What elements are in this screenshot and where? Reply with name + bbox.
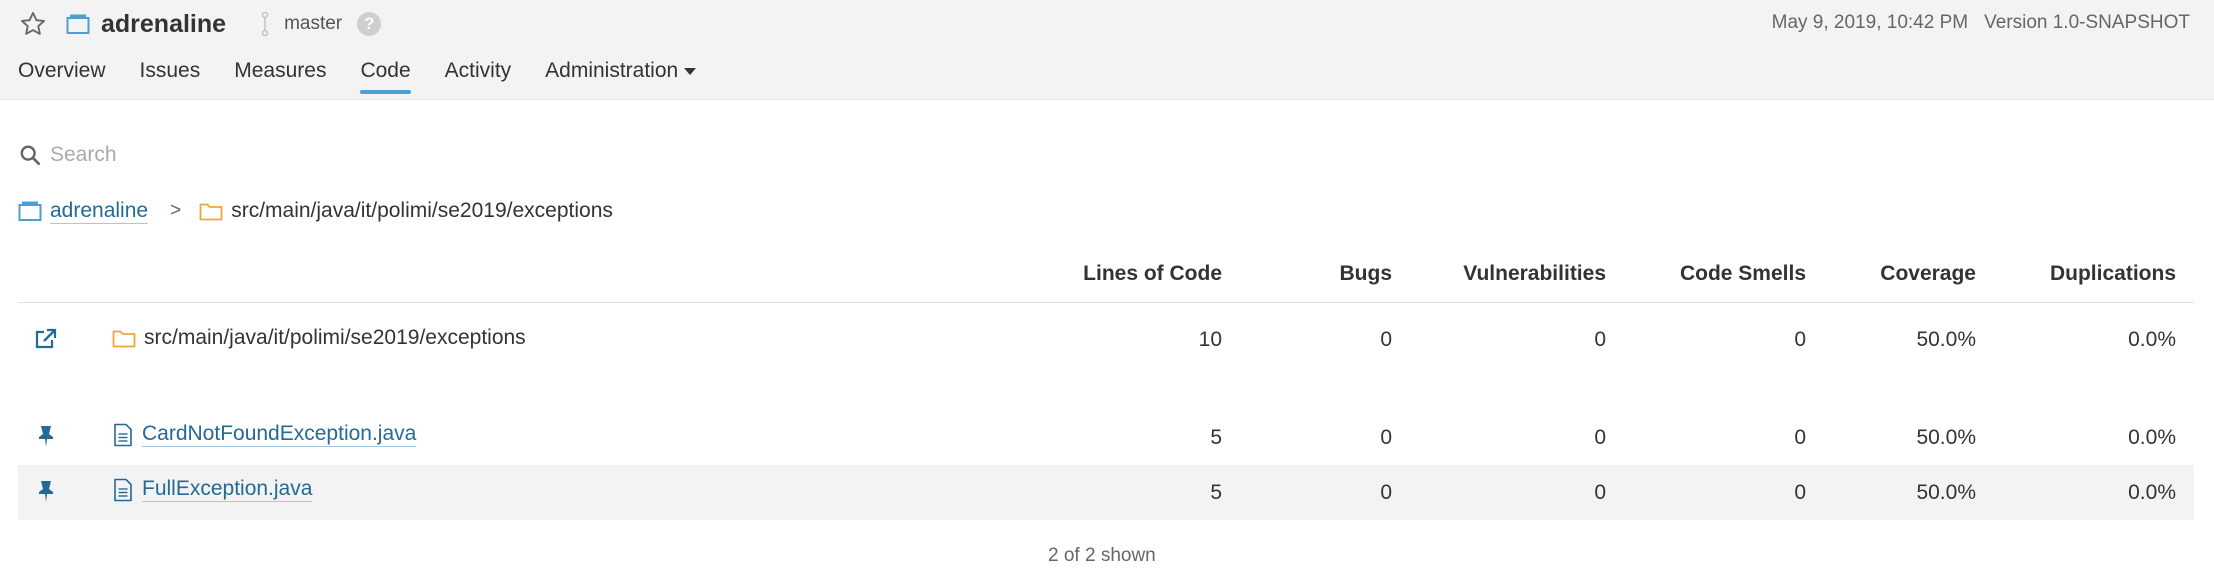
col-bugs[interactable]: Bugs	[1240, 254, 1410, 303]
search-input[interactable]	[50, 143, 490, 167]
breadcrumb-project-link[interactable]: adrenaline	[50, 199, 149, 224]
tab-issues[interactable]: Issues	[140, 56, 201, 100]
col-duplications[interactable]: Duplications	[1994, 254, 2194, 303]
file-row-action-cell	[18, 410, 88, 465]
col-lines-of-code[interactable]: Lines of Code	[1060, 254, 1240, 303]
tab-administration[interactable]: Administration	[545, 56, 697, 100]
tab-code[interactable]: Code	[360, 56, 411, 100]
metric-coverage[interactable]: 50.0%	[1824, 302, 1994, 378]
code-metrics-table: Lines of Code Bugs Vulnerabilities Code …	[18, 254, 2194, 520]
pin-icon[interactable]	[32, 422, 60, 450]
folder-icon	[199, 201, 223, 221]
breadcrumb-separator: >	[170, 200, 182, 221]
breadcrumb: adrenaline > src/main/java/it/polimi/se2…	[18, 196, 613, 226]
metric-vulnerabilities[interactable]: 0	[1410, 410, 1624, 465]
breadcrumb-current-path: src/main/java/it/polimi/se2019/exception…	[231, 199, 613, 222]
tab-administration-label: Administration	[545, 59, 679, 82]
metric-code-smells[interactable]: 0	[1624, 302, 1824, 378]
project-title-row: adrenaline master ?	[18, 6, 382, 42]
code-search	[18, 138, 518, 172]
branch-icon	[260, 11, 270, 37]
header-name-spacer	[88, 254, 1060, 303]
project-name[interactable]: adrenaline	[101, 10, 226, 39]
table-row: FullException.java 5 0 0 0 50.0% 0.0%	[18, 465, 2194, 520]
metric-bugs[interactable]: 0	[1240, 465, 1410, 520]
file-link[interactable]: CardNotFoundException.java	[142, 422, 417, 448]
metric-bugs[interactable]: 0	[1240, 410, 1410, 465]
tab-activity[interactable]: Activity	[445, 56, 512, 100]
project-version: Version 1.0-SNAPSHOT	[1984, 12, 2190, 33]
top-navigation-bar: adrenaline master ? May 9, 2019, 10:42 P…	[0, 0, 2214, 100]
metric-lines-of-code[interactable]: 5	[1060, 465, 1240, 520]
metric-lines-of-code[interactable]: 10	[1060, 302, 1240, 378]
metric-bugs[interactable]: 0	[1240, 302, 1410, 378]
metric-code-smells[interactable]: 0	[1624, 465, 1824, 520]
analysis-meta: May 9, 2019, 10:42 PM Version 1.0-SNAPSH…	[1772, 12, 2190, 34]
file-icon	[112, 478, 134, 502]
table-header-row: Lines of Code Bugs Vulnerabilities Code …	[18, 254, 2194, 303]
search-icon	[18, 143, 42, 167]
analysis-date: May 9, 2019, 10:42 PM	[1771, 12, 1969, 33]
metric-coverage[interactable]: 50.0%	[1824, 465, 1994, 520]
metric-duplications[interactable]: 0.0%	[1994, 410, 2194, 465]
header-action-spacer	[18, 254, 88, 303]
tab-measures[interactable]: Measures	[234, 56, 326, 100]
col-code-smells[interactable]: Code Smells	[1624, 254, 1824, 303]
open-component-icon[interactable]	[32, 325, 60, 353]
row-spacer	[18, 378, 2194, 410]
folder-icon	[112, 328, 136, 348]
col-coverage[interactable]: Coverage	[1824, 254, 1994, 303]
caret-down-icon	[684, 67, 697, 75]
project-icon	[65, 11, 91, 37]
directory-name: src/main/java/it/polimi/se2019/exception…	[144, 326, 526, 350]
metric-code-smells[interactable]: 0	[1624, 410, 1824, 465]
metric-duplications[interactable]: 0.0%	[1994, 302, 2194, 378]
base-row-action-cell	[18, 302, 88, 378]
base-row-name-cell: src/main/java/it/polimi/se2019/exception…	[88, 302, 1060, 378]
branch-name[interactable]: master	[284, 13, 342, 35]
file-row-name-cell: CardNotFoundException.java	[88, 410, 1060, 465]
file-icon	[112, 423, 134, 447]
metric-vulnerabilities[interactable]: 0	[1410, 465, 1624, 520]
col-vulnerabilities[interactable]: Vulnerabilities	[1410, 254, 1624, 303]
file-row-name-cell: FullException.java	[88, 465, 1060, 520]
file-row-action-cell	[18, 465, 88, 520]
pin-icon[interactable]	[32, 477, 60, 505]
table-row: CardNotFoundException.java 5 0 0 0 50.0%…	[18, 410, 2194, 465]
metric-coverage[interactable]: 50.0%	[1824, 410, 1994, 465]
star-icon[interactable]	[18, 9, 48, 39]
project-icon	[18, 200, 42, 222]
tab-overview[interactable]: Overview	[18, 56, 106, 100]
metric-vulnerabilities[interactable]: 0	[1410, 302, 1624, 378]
project-nav: Overview Issues Measures Code Activity A…	[18, 56, 730, 100]
help-icon[interactable]: ?	[357, 12, 382, 36]
metric-lines-of-code[interactable]: 5	[1060, 410, 1240, 465]
base-component-row: src/main/java/it/polimi/se2019/exception…	[18, 302, 2194, 378]
shown-count: 2 of 2 shown	[1048, 545, 1156, 566]
file-link[interactable]: FullException.java	[142, 477, 313, 503]
metric-duplications[interactable]: 0.0%	[1994, 465, 2194, 520]
